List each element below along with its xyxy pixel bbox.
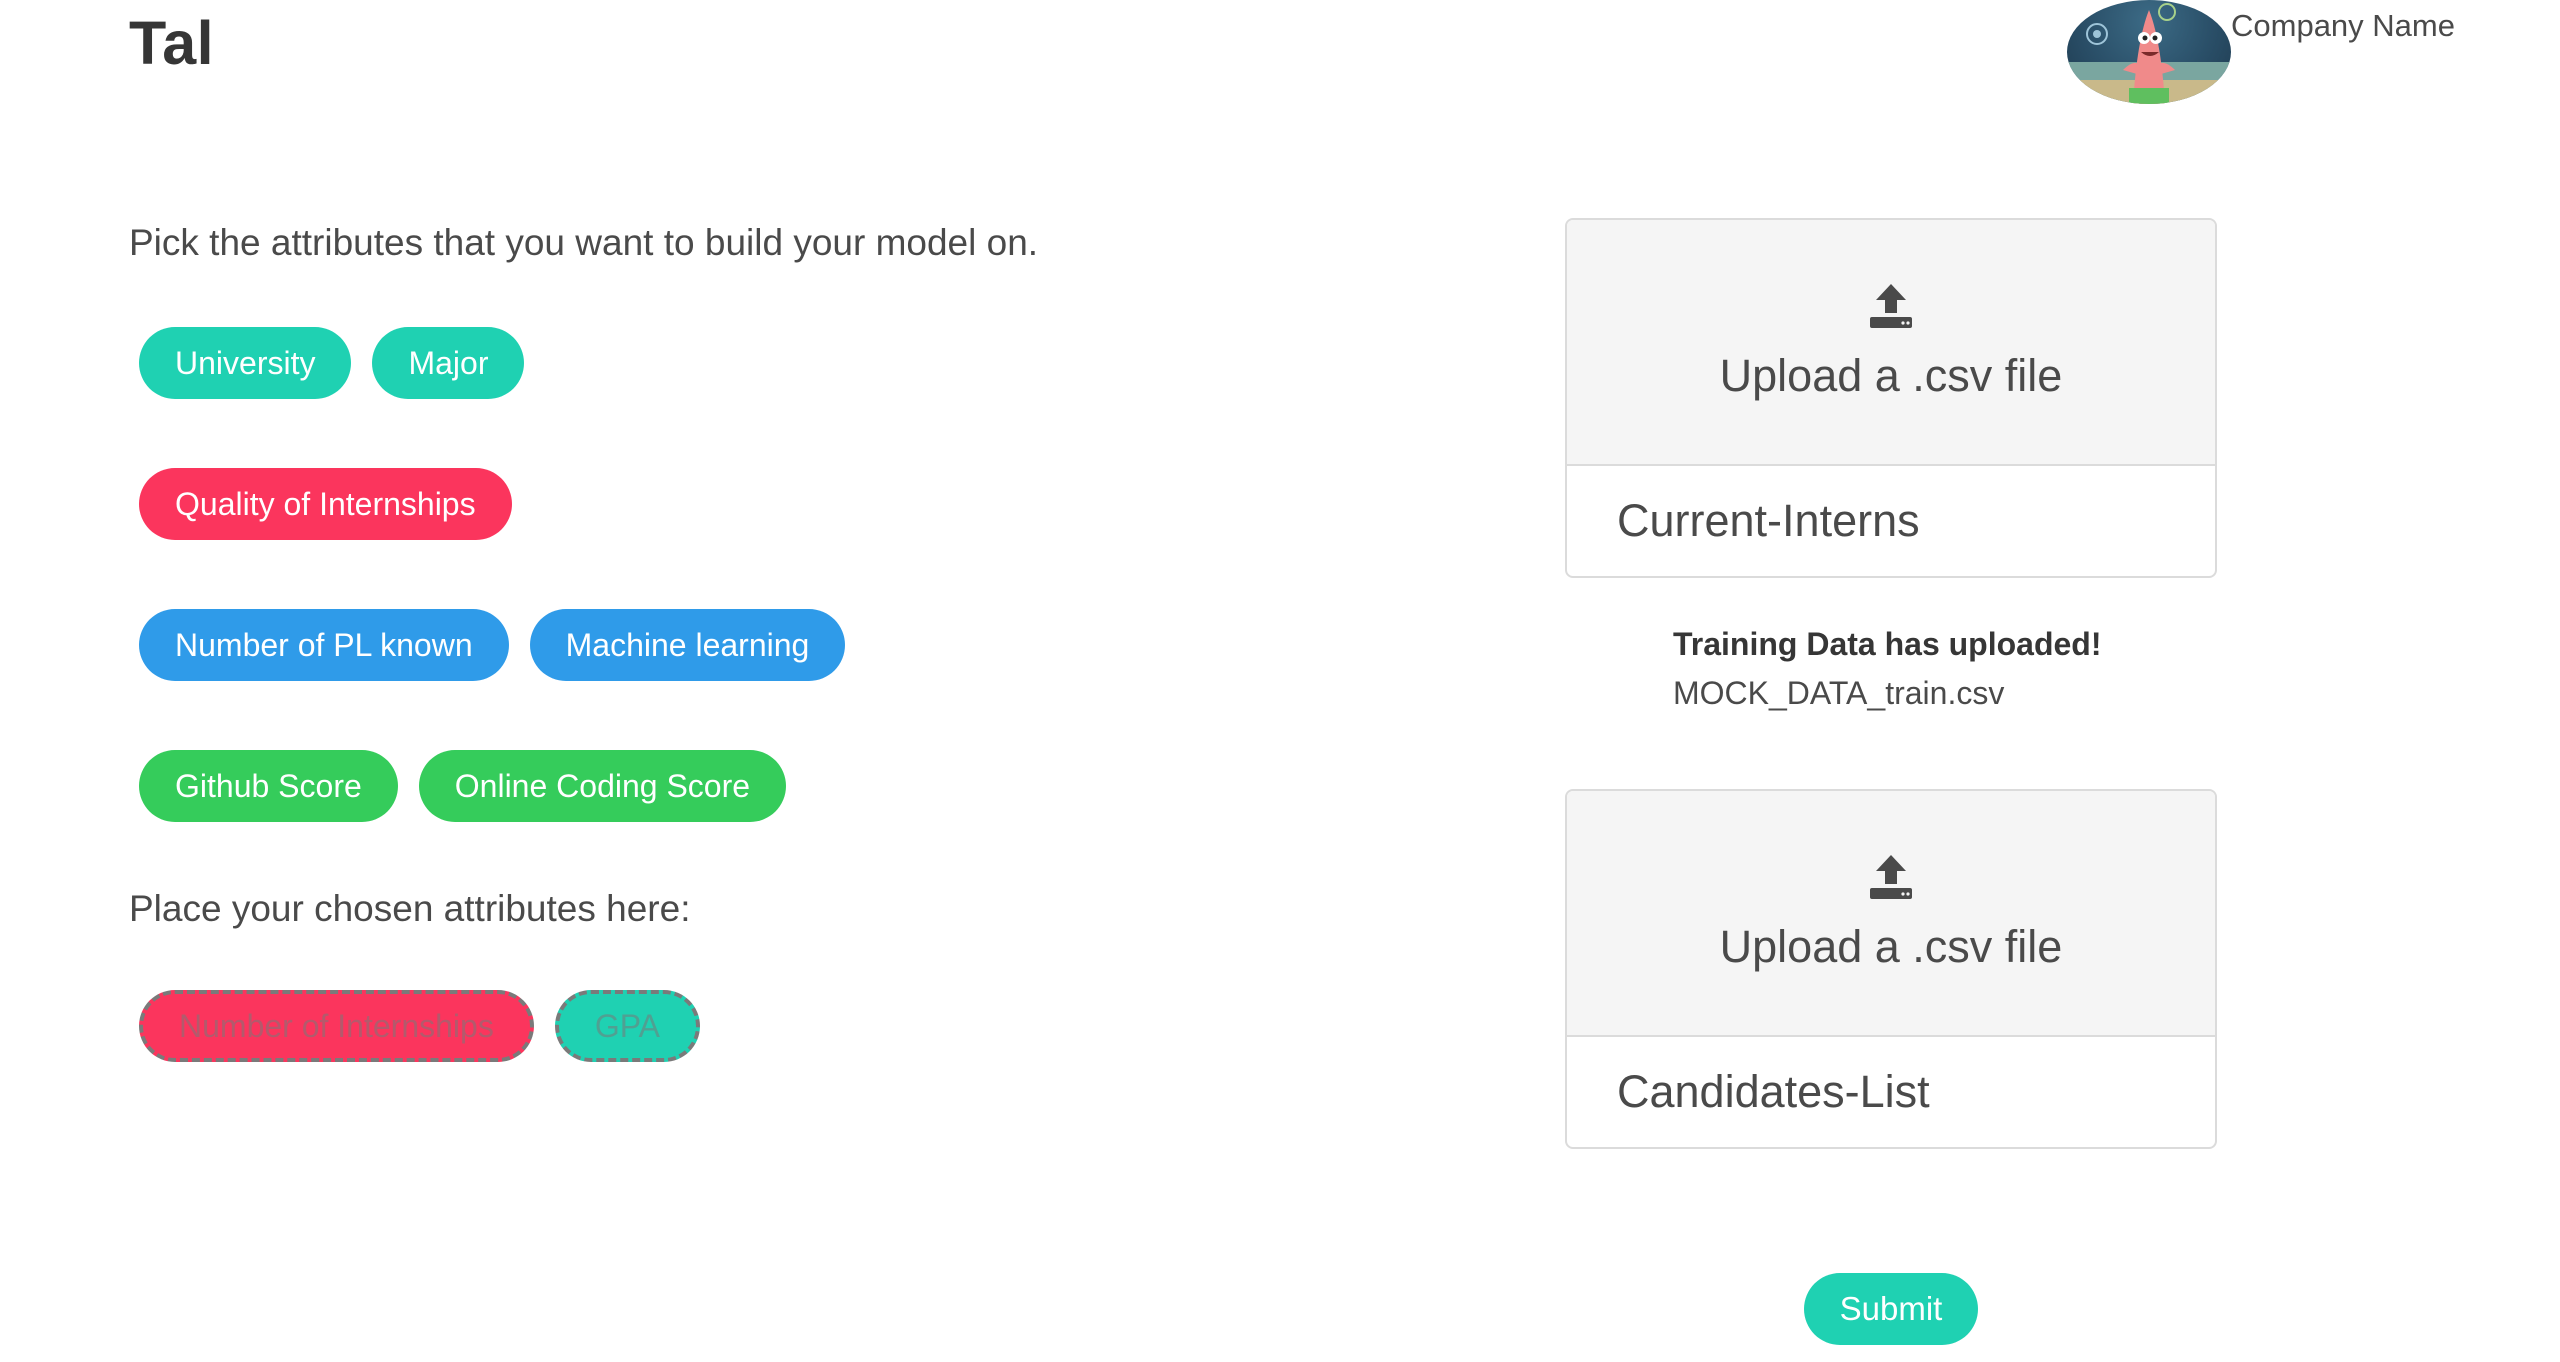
attribute-row: Quality of Internships <box>139 468 512 540</box>
attribute-tag-number-of-pl-known[interactable]: Number of PL known <box>139 609 509 681</box>
candidates-file-name: Candidates-List <box>1617 1066 1930 1117</box>
attribute-tag-github-score[interactable]: Github Score <box>139 750 398 822</box>
chosen-tag-number-of-internships[interactable]: Number of Internships <box>139 990 534 1062</box>
attribute-tag-major[interactable]: Major <box>372 327 525 399</box>
attribute-row: University Major <box>139 327 525 399</box>
upload-status-title: Training Data has uploaded! <box>1673 626 2102 662</box>
company-name: Company Name <box>2231 8 2455 43</box>
attribute-row: Github Score Online Coding Score <box>139 750 787 822</box>
attribute-tag-quality-of-internships[interactable]: Quality of Internships <box>139 468 512 540</box>
attribute-tag-university[interactable]: University <box>139 327 352 399</box>
upload-icon <box>1870 855 1912 899</box>
submit-button[interactable]: Submit <box>1804 1273 1978 1345</box>
training-file-name: Current-Interns <box>1617 495 1920 546</box>
attribute-tag-online-coding-score[interactable]: Online Coding Score <box>418 750 787 822</box>
brand-title: Tal <box>129 9 215 77</box>
upload-status: Training Data has uploaded! MOCK_DATA_tr… <box>1673 626 2102 712</box>
upload-cta-label: Upload a .csv file <box>1719 350 2063 401</box>
candidates-upload-button[interactable]: Upload a .csv file <box>1567 791 2215 1037</box>
company-avatar[interactable] <box>2067 0 2231 104</box>
training-upload-card: Upload a .csv file Current-Interns <box>1565 218 2217 578</box>
training-upload-button[interactable]: Upload a .csv file <box>1567 220 2215 466</box>
chosen-attributes-drop-zone[interactable]: Number of Internships GPA <box>139 990 701 1062</box>
chosen-tag-gpa[interactable]: GPA <box>554 990 701 1062</box>
avatar-image <box>2067 3 2231 104</box>
upload-icon <box>1870 284 1912 328</box>
upload-cta-label: Upload a .csv file <box>1719 921 2063 972</box>
page: Tal Company Name Pick the attributes tha… <box>0 0 2560 1362</box>
uploaded-filename: MOCK_DATA_train.csv <box>1673 675 2005 711</box>
candidates-upload-card: Upload a .csv file Candidates-List <box>1565 789 2217 1149</box>
drop-zone-label: Place your chosen attributes here: <box>129 888 691 929</box>
attribute-tag-machine-learning[interactable]: Machine learning <box>529 609 846 681</box>
attribute-row: Number of PL known Machine learning <box>139 609 846 681</box>
attributes-prompt: Pick the attributes that you want to bui… <box>129 222 1039 263</box>
